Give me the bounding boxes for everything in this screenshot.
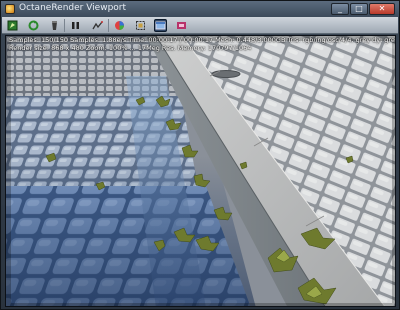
- viewport-button[interactable]: [154, 19, 167, 32]
- focus-picker-button[interactable]: [91, 19, 104, 32]
- clay-mode-button[interactable]: [48, 19, 61, 32]
- minimize-button[interactable]: _: [331, 3, 349, 15]
- region-render-button[interactable]: [134, 19, 147, 32]
- maximize-button[interactable]: □: [350, 3, 368, 15]
- region-render-icon: [136, 21, 145, 30]
- render-icon: [7, 20, 18, 31]
- settings-icon: [177, 22, 186, 29]
- octane-viewport-window: OctaneRender Viewport _ □ ✕ Samples: 150…: [0, 0, 400, 310]
- render-stats-line-2: Render size: 868 x 480 Zoom: 100% ... 17…: [9, 44, 252, 52]
- viewport-toolbar: [2, 17, 398, 34]
- color-picker-icon: [115, 21, 124, 30]
- settings-button[interactable]: [175, 19, 188, 32]
- toolbar-separator: [64, 19, 65, 32]
- focus-picker-icon: [92, 21, 103, 30]
- restart-icon: [28, 20, 39, 31]
- render-button[interactable]: [6, 19, 19, 32]
- render-viewport[interactable]: Samples: 150/150 Samples: 1.88e/s Time: …: [5, 35, 396, 307]
- pause-button[interactable]: [69, 19, 82, 32]
- color-picker-button[interactable]: [113, 19, 126, 32]
- octane-logo-icon: [5, 4, 15, 14]
- window-title: OctaneRender Viewport: [19, 3, 127, 13]
- rendered-scene-image: [6, 36, 395, 306]
- close-button[interactable]: ✕: [369, 3, 395, 15]
- toolbar-separator: [108, 19, 109, 32]
- viewport-icon: [155, 21, 166, 30]
- title-bar[interactable]: OctaneRender Viewport _ □ ✕: [1, 1, 399, 17]
- restart-button[interactable]: [27, 19, 40, 32]
- render-stats-line-1: Samples: 150/150 Samples: 1.88e/s Time: …: [9, 36, 396, 44]
- pause-icon: [72, 22, 79, 29]
- clay-mode-icon: [52, 21, 57, 30]
